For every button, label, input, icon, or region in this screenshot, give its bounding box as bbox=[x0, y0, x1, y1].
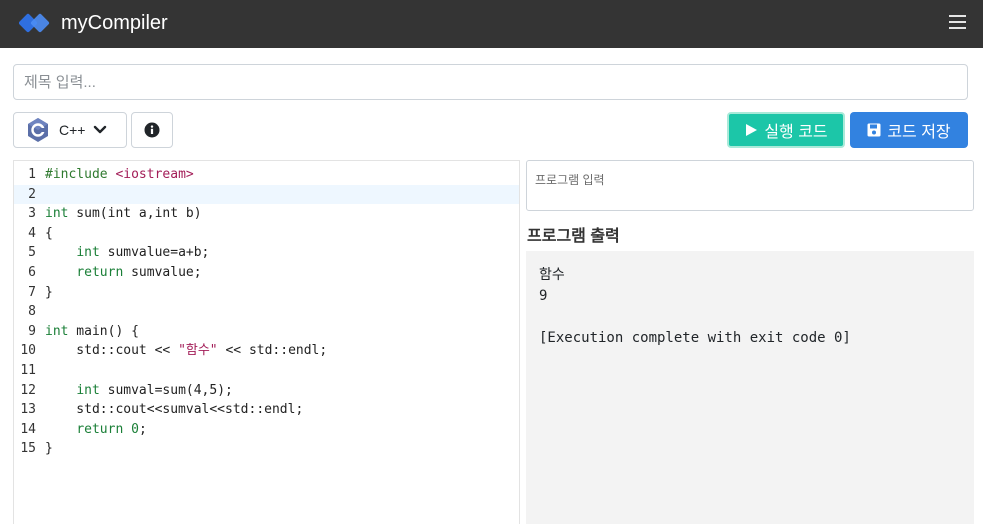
code-line[interactable]: 6 return sumvalue; bbox=[14, 263, 519, 283]
code-line[interactable]: 13 std::cout<<sumval<<std::endl; bbox=[14, 400, 519, 420]
line-number: 3 bbox=[28, 206, 36, 222]
hamburger-menu-icon[interactable] bbox=[949, 15, 966, 29]
line-number: 14 bbox=[20, 421, 36, 437]
line-number: 1 bbox=[28, 167, 36, 182]
run-code-button[interactable]: 실행 코드 bbox=[727, 112, 845, 148]
output-line: 9 bbox=[539, 288, 548, 304]
code-line[interactable]: 5 int sumvalue=a+b; bbox=[14, 243, 519, 263]
code-text[interactable]: int sum(int a,int b) bbox=[45, 204, 202, 224]
run-code-label: 실행 코드 bbox=[764, 124, 828, 141]
info-button[interactable] bbox=[131, 112, 173, 148]
code-line[interactable]: 10 std::cout << "함수" << std::endl; bbox=[14, 341, 519, 361]
code-editor[interactable]: 1 #include <iostream> 2 3 int sum(int a,int … bbox=[13, 160, 520, 524]
save-code-button[interactable]: 코드 저장 bbox=[850, 112, 968, 148]
line-number: 11 bbox=[20, 363, 36, 378]
code-line[interactable]: 1 #include <iostream> bbox=[14, 165, 519, 185]
code-text[interactable]: } bbox=[45, 439, 53, 459]
floppy-disk-icon bbox=[867, 123, 881, 137]
line-number: 7 bbox=[28, 284, 36, 300]
language-label: C++ bbox=[59, 122, 86, 138]
code-line[interactable]: 2 bbox=[14, 184, 519, 205]
play-icon bbox=[746, 124, 758, 136]
code-text[interactable]: int main() { bbox=[45, 322, 139, 342]
code-line[interactable]: 4{ bbox=[14, 224, 519, 244]
code-text[interactable]: } bbox=[45, 283, 53, 303]
output-line: 함수 bbox=[539, 267, 565, 283]
code-line[interactable]: 8 bbox=[14, 302, 519, 322]
line-number: 13 bbox=[20, 402, 36, 418]
line-number: 4 bbox=[28, 225, 36, 241]
line-number: 6 bbox=[28, 265, 36, 280]
cpp-logo-icon bbox=[28, 118, 48, 142]
code-text[interactable]: { bbox=[45, 224, 53, 244]
code-line[interactable]: 3 int sum(int a,int b) bbox=[14, 204, 519, 224]
top-navbar: myCompiler bbox=[0, 0, 983, 48]
code-text[interactable]: int sumvalue=a+b; bbox=[45, 243, 209, 263]
mycompiler-logo-icon[interactable] bbox=[19, 10, 51, 36]
program-output-panel: 함수 9 [Execution complete with exit code 0] bbox=[526, 251, 974, 524]
code-text[interactable]: int sumval=sum(4,5); bbox=[45, 381, 233, 401]
language-select[interactable]: C++ bbox=[13, 112, 127, 148]
line-number: 5 bbox=[28, 245, 36, 261]
title-input[interactable] bbox=[13, 64, 968, 100]
code-line[interactable]: 14 return 0; bbox=[14, 420, 519, 440]
code-line[interactable]: 12 int sumval=sum(4,5); bbox=[14, 381, 519, 401]
code-text[interactable]: std::cout<<sumval<<std::endl; bbox=[45, 400, 303, 420]
code-text[interactable]: return sumvalue; bbox=[45, 263, 201, 283]
program-input-field[interactable] bbox=[526, 160, 974, 211]
save-code-label: 코드 저장 bbox=[887, 124, 951, 141]
output-line: [Execution complete with exit code 0] bbox=[539, 330, 851, 346]
line-number: 10 bbox=[20, 343, 36, 359]
line-number: 15 bbox=[20, 441, 36, 457]
code-line[interactable]: 15} bbox=[14, 439, 519, 459]
chevron-down-icon bbox=[94, 125, 107, 134]
line-number: 8 bbox=[28, 304, 36, 320]
info-circle-icon bbox=[144, 122, 160, 138]
code-line[interactable]: 11 bbox=[14, 361, 519, 381]
code-text[interactable]: return 0; bbox=[45, 420, 146, 440]
line-number: 2 bbox=[28, 186, 36, 202]
code-text[interactable]: std::cout << "함수" << std::endl; bbox=[45, 341, 327, 361]
program-output-title: 프로그램 출력 bbox=[527, 228, 620, 245]
code-text[interactable]: #include <iostream> bbox=[45, 165, 194, 185]
code-line[interactable]: 9 int main() { bbox=[14, 322, 519, 342]
line-number: 12 bbox=[20, 382, 36, 398]
code-line[interactable]: 7} bbox=[14, 283, 519, 303]
line-number: 9 bbox=[28, 323, 36, 339]
brand-name[interactable]: myCompiler bbox=[61, 12, 168, 35]
